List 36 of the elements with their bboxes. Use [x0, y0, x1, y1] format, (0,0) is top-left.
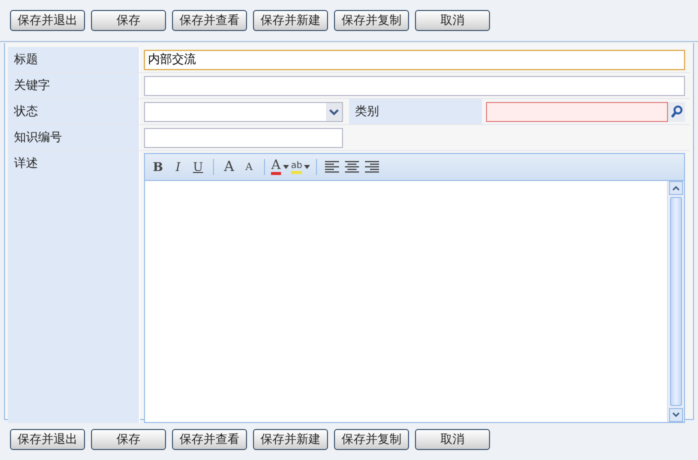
shrink-font-button[interactable]: A — [240, 158, 258, 176]
input-field[interactable] — [144, 128, 343, 148]
bold-button[interactable]: B — [149, 158, 167, 176]
scroll-up-button[interactable] — [669, 181, 683, 195]
caret-icon[interactable] — [282, 165, 289, 169]
field-label: 标题 — [8, 47, 140, 72]
font-color-button[interactable]: A — [271, 158, 289, 176]
action-button[interactable]: 保存并查看 — [172, 10, 247, 31]
input-field[interactable] — [144, 76, 685, 96]
dropdown-field[interactable] — [144, 102, 343, 122]
field-label: 类别 — [349, 99, 482, 124]
field-label: 知识编号 — [8, 125, 140, 150]
scrollbar[interactable] — [667, 181, 684, 422]
action-button[interactable]: 保存并退出 — [10, 428, 85, 450]
action-button[interactable]: 取消 — [415, 10, 490, 31]
italic-button[interactable]: I — [169, 158, 187, 176]
action-button[interactable]: 保存并复制 — [334, 10, 409, 31]
action-button[interactable]: 保存 — [91, 428, 166, 450]
underline-button[interactable]: U — [189, 158, 207, 176]
input-field[interactable] — [486, 102, 668, 122]
scroll-down-button[interactable] — [669, 408, 683, 422]
field-label: 状态 — [8, 99, 140, 124]
field-label: 详述 — [8, 151, 140, 423]
action-button[interactable]: 取消 — [415, 428, 490, 450]
action-button[interactable]: 保存并新建 — [253, 428, 328, 450]
highlight-button[interactable]: ab — [291, 158, 310, 176]
action-button[interactable]: 保存并复制 — [334, 428, 409, 450]
action-button[interactable]: 保存 — [91, 10, 166, 31]
field-label: 关键字 — [8, 73, 140, 98]
caret-icon[interactable] — [304, 165, 310, 169]
search-icon[interactable] — [668, 102, 685, 122]
grow-font-button[interactable]: A — [220, 158, 238, 176]
action-button[interactable]: 保存并退出 — [10, 10, 85, 31]
input-field[interactable]: 内部交流 — [144, 50, 685, 70]
action-button[interactable]: 保存并查看 — [172, 428, 247, 450]
action-button[interactable]: 保存并新建 — [253, 10, 328, 31]
